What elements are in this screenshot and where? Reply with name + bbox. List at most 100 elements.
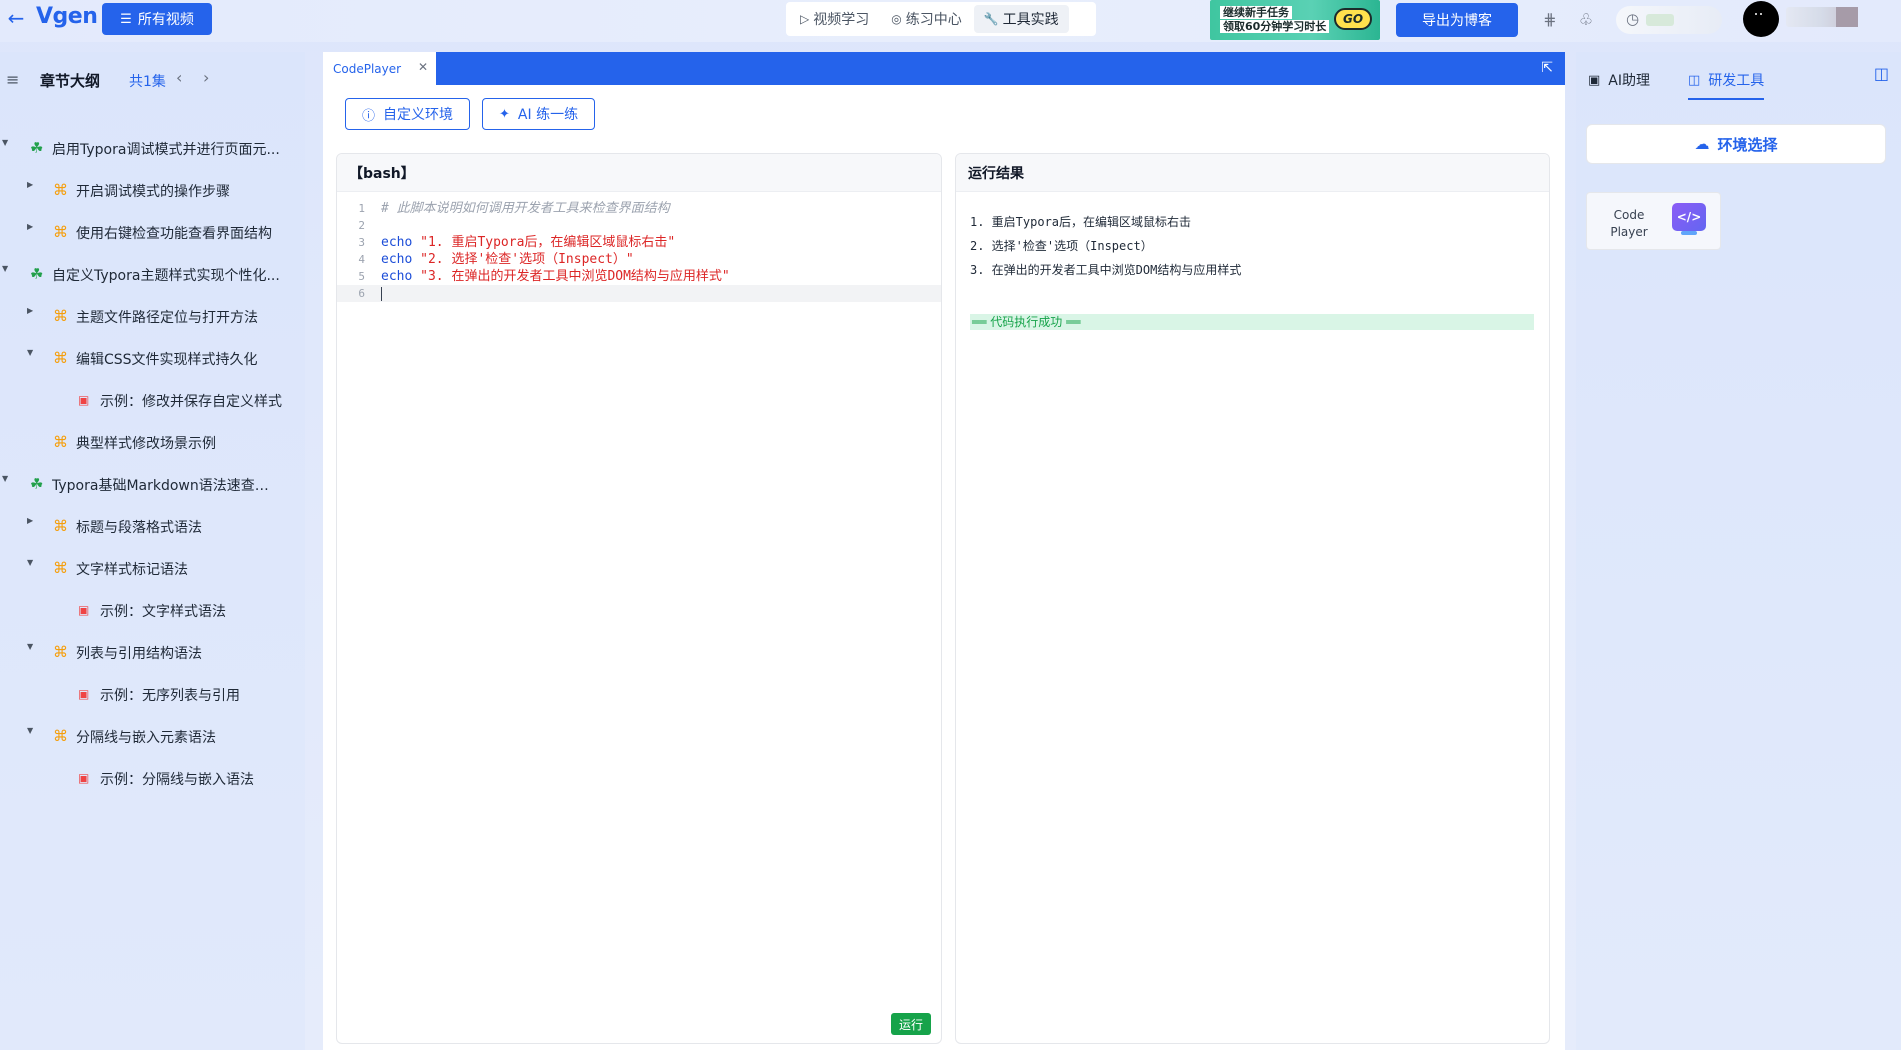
outline-item-label: 使用右键检查功能查看界面结构 xyxy=(76,226,272,242)
clock-icon: ◷ xyxy=(1626,10,1640,28)
custom-env-button[interactable]: ⓘ 自定义环境 xyxy=(345,98,471,130)
result-output: 1. 重启Typora后，在编辑区域鼠标右击 2. 选择'检查'选项（Inspe… xyxy=(970,210,1538,282)
target-icon: ◎ xyxy=(891,12,902,26)
outline-item[interactable]: ▼ ☘ 自定义Typora主题样式实现个性化... xyxy=(0,252,305,294)
tab-tool-practice[interactable]: 🔧 工具实践 xyxy=(973,5,1069,33)
promo-line2: 领取60分钟学习时长 xyxy=(1220,20,1330,33)
all-videos-button[interactable]: ☰ 所有视频 xyxy=(102,3,212,35)
env-select-button[interactable]: ☁ 环境选择 xyxy=(1586,124,1886,164)
code-editor[interactable]: 1 # 此脚本说明如何调用开发者工具来检查界面结构 2 3 echo "1. 重启Typ… xyxy=(337,200,941,302)
result-line: 2. 选择'检查'选项（Inspect） xyxy=(970,239,1153,253)
terminal-icon: ▣ xyxy=(78,771,90,785)
ai-practice-button[interactable]: ✦ AI 练一练 xyxy=(482,98,596,130)
code-panel-title: 【bash】 xyxy=(337,154,941,192)
expand-icon[interactable]: ⇱ xyxy=(1541,60,1553,76)
caret-down-icon[interactable]: ▼ xyxy=(27,642,33,651)
outline-item[interactable]: ⌘ 典型样式修改场景示例 xyxy=(0,420,305,462)
run-result-panel: 运行结果 1. 重启Typora后，在编辑区域鼠标右击 2. 选择'检查'选项（… xyxy=(955,153,1550,1044)
tab-codeplayer[interactable]: CodePlayer ✕ xyxy=(323,52,436,85)
outline-item[interactable]: ▼ ☘ 启用Typora调试模式并进行页面元... xyxy=(0,126,305,168)
outline-item-label: 示例：分隔线与嵌入语法 xyxy=(100,772,254,788)
sidebar-title: 章节大纲 xyxy=(40,72,101,90)
outline-item-label: 分隔线与嵌入元素语法 xyxy=(76,730,216,746)
caret-down-icon[interactable]: ▼ xyxy=(2,138,8,147)
avatar-eye xyxy=(1755,13,1757,15)
caret-right-icon[interactable]: ▶ xyxy=(27,180,33,189)
outline-item[interactable]: ▶ ⌘ 使用右键检查功能查看界面结构 xyxy=(0,210,305,252)
user-name-blurred[interactable] xyxy=(1786,7,1858,27)
sidebar-toggle-icon[interactable]: ◫ xyxy=(1874,64,1889,83)
outline-item[interactable]: ▼ ⌘ 分隔线与嵌入元素语法 xyxy=(0,714,305,756)
line-number: 1 xyxy=(358,202,365,215)
avatar[interactable] xyxy=(1743,1,1779,37)
outline-item[interactable]: ▼ ⌘ 列表与引用结构语法 xyxy=(0,630,305,672)
close-icon[interactable]: ✕ xyxy=(418,60,428,74)
caret-down-icon[interactable]: ▼ xyxy=(27,726,33,735)
top-bar: ← Vgen ☰ 所有视频 ▷ 视频学习 ◎ 练习中心 🔧 工具实践 继续新手任… xyxy=(0,0,1901,42)
caret-down-icon[interactable]: ▼ xyxy=(27,558,33,567)
caret-down-icon[interactable]: ▼ xyxy=(27,348,33,357)
timer-pill[interactable]: ◷ xyxy=(1616,6,1722,34)
tab-video-learning[interactable]: ▷ 视频学习 xyxy=(790,5,879,33)
outline-item[interactable]: ▣ 示例：分隔线与嵌入语法 xyxy=(0,756,305,798)
caret-right-icon[interactable]: ▶ xyxy=(27,516,33,525)
terminal-icon: ▣ xyxy=(78,687,90,701)
code-keyword: echo xyxy=(381,252,413,267)
bell-icon[interactable]: ♧ xyxy=(1576,10,1596,30)
caret-down-icon[interactable]: ▼ xyxy=(2,474,8,483)
success-message: ══ 代码执行成功 ══ xyxy=(970,314,1534,330)
tool-card-codeplayer[interactable]: Code Player </> xyxy=(1586,192,1721,250)
hierarchy-icon: ☘ xyxy=(30,475,44,493)
code-line: 6 xyxy=(337,285,941,302)
env-buttons: ⓘ 自定义环境 ✦ AI 练一练 xyxy=(345,98,596,130)
outline-item[interactable]: ▶ ⌘ 主题文件路径定位与打开方法 xyxy=(0,294,305,336)
code-editor-panel: 【bash】 1 # 此脚本说明如何调用开发者工具来检查界面结构 2 3 echo "1… xyxy=(336,153,942,1044)
tab-practice-center[interactable]: ◎ 练习中心 xyxy=(881,5,971,33)
code-keyword: echo xyxy=(381,235,413,250)
outline-item-label: 主题文件路径定位与打开方法 xyxy=(76,310,258,326)
node-cluster-icon: ⌘ xyxy=(53,307,68,325)
outline-item[interactable]: ▣ 示例：文字样式语法 xyxy=(0,588,305,630)
export-blog-button[interactable]: 导出为博客 xyxy=(1396,3,1518,37)
chevron-right-icon[interactable]: › xyxy=(203,68,209,87)
outline-item[interactable]: ▶ ⌘ 开启调试模式的操作步骤 xyxy=(0,168,305,210)
caret-right-icon[interactable]: ▶ xyxy=(27,222,33,231)
node-cluster-icon: ⌘ xyxy=(53,559,68,577)
run-button[interactable]: 运行 xyxy=(891,1013,931,1035)
node-cluster-icon: ⌘ xyxy=(53,349,68,367)
right-panel-tabs: ▣ AI助理 ◫ 研发工具 xyxy=(1588,62,1898,100)
logo[interactable]: Vgen xyxy=(36,2,98,32)
outline-item[interactable]: ▼ ⌘ 编辑CSS文件实现样式持久化 xyxy=(0,336,305,378)
caret-down-icon[interactable]: ▼ xyxy=(2,264,8,273)
result-line: 1. 重启Typora后，在编辑区域鼠标右击 xyxy=(970,215,1192,229)
outline-item[interactable]: ▼ ⌘ 文字样式标记语法 xyxy=(0,546,305,588)
outline-item[interactable]: ▼ ☘ Typora基础Markdown语法速查手册 xyxy=(0,462,305,504)
wrench-icon: 🔧 xyxy=(983,12,999,26)
outline-item[interactable]: ▣ 示例：无序列表与引用 xyxy=(0,672,305,714)
terminal-icon: ▣ xyxy=(78,603,90,617)
episode-count[interactable]: 共1集 xyxy=(129,71,166,91)
node-cluster-icon: ⌘ xyxy=(53,727,68,745)
outline-item[interactable]: ▶ ⌘ 标题与段落格式语法 xyxy=(0,504,305,546)
code-string: "1. 重启Typora后，在编辑区域鼠标右击" xyxy=(420,235,676,250)
tab-ai-label: AI助理 xyxy=(1608,73,1651,89)
share-icon[interactable]: ⋕ xyxy=(1540,10,1560,30)
outline-item-label: 启用Typora调试模式并进行页面元... xyxy=(52,142,280,158)
arrow-left-icon[interactable]: ← xyxy=(4,6,28,30)
tab-label: 视频学习 xyxy=(813,12,870,28)
outline-item[interactable]: ▣ 示例：修改并保存自定义样式 xyxy=(0,378,305,420)
tab-dev-tools[interactable]: ◫ 研发工具 xyxy=(1688,66,1765,100)
caret-right-icon[interactable]: ▶ xyxy=(27,306,33,315)
code-line: 2 xyxy=(337,217,941,234)
promo-banner[interactable]: 继续新手任务 领取60分钟学习时长 GO xyxy=(1210,0,1380,40)
code-keyword: echo xyxy=(381,269,413,284)
list-icon: ☰ xyxy=(120,11,132,27)
tab-ai-assistant[interactable]: ▣ AI助理 xyxy=(1588,66,1650,94)
menu-fold-icon[interactable]: ≡ xyxy=(6,70,19,89)
outline-item-label: Typora基础Markdown语法速查手册 xyxy=(52,478,282,494)
env-select-label: 环境选择 xyxy=(1717,135,1778,154)
custom-env-label: 自定义环境 xyxy=(383,107,454,123)
promo-go-button[interactable]: GO xyxy=(1334,8,1372,30)
chevron-left-icon[interactable]: ‹ xyxy=(176,68,182,87)
user-name-blur-block xyxy=(1836,7,1858,27)
